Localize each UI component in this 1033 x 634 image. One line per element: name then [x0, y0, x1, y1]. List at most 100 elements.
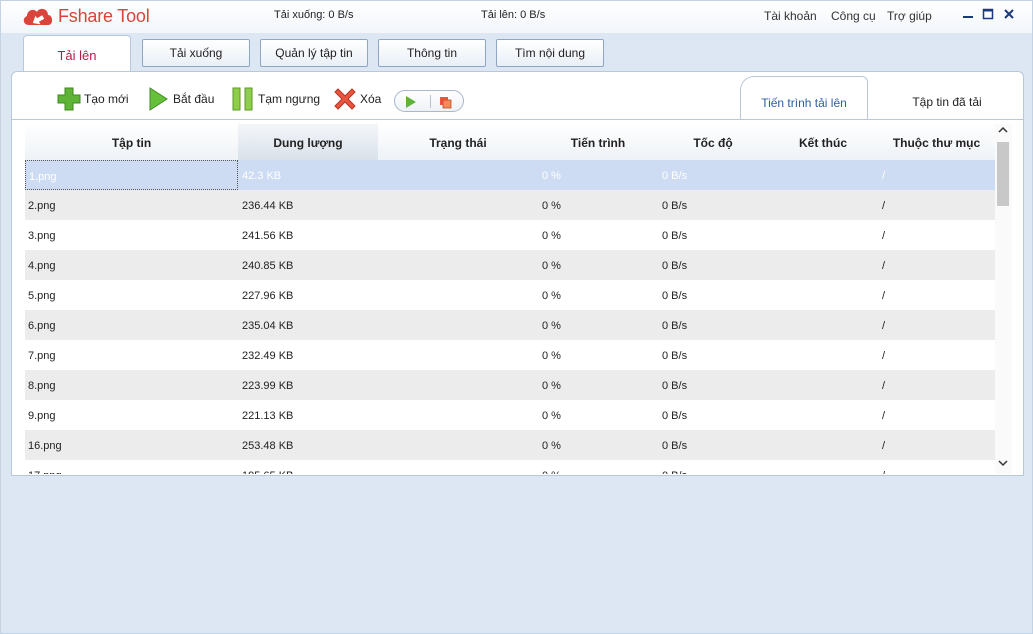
- progress-cell: 0 %: [542, 380, 561, 392]
- speed-cell: 0 B/s: [662, 440, 688, 452]
- table-row[interactable]: 5.png 227.96 KB 0 % 0 B/s /: [25, 280, 995, 310]
- file-name-cell: 7.png: [28, 350, 56, 362]
- col-folder[interactable]: Thuộc thư mục: [878, 124, 995, 160]
- close-icon[interactable]: [1002, 7, 1016, 21]
- speed-cell: 0 B/s: [662, 260, 688, 272]
- speed-cell: 0 B/s: [662, 320, 688, 332]
- tab-info[interactable]: Thông tin: [378, 39, 486, 67]
- progress-cell: 0 %: [542, 260, 561, 272]
- file-size-cell: 240.85 KB: [242, 260, 294, 272]
- mini-stop-icon[interactable]: [439, 95, 453, 112]
- table-header: Tập tin Dung lượng Trạng thái Tiến trình…: [25, 124, 995, 160]
- col-file[interactable]: Tập tin: [25, 124, 238, 160]
- progress-cell: 0 %: [542, 460, 561, 474]
- col-speed[interactable]: Tốc độ: [658, 124, 768, 160]
- file-size-cell: 221.13 KB: [242, 410, 294, 422]
- cloud-upload-icon: [21, 5, 55, 27]
- table-row[interactable]: 3.png 241.56 KB 0 % 0 B/s /: [25, 220, 995, 250]
- table-row[interactable]: 4.png 240.85 KB 0 % 0 B/s /: [25, 250, 995, 280]
- speed-cell: 0 B/s: [662, 410, 688, 422]
- file-size-cell: 253.48 KB: [242, 440, 294, 452]
- start-button[interactable]: Bắt đầu: [145, 86, 214, 112]
- file-name-cell: 4.png: [28, 260, 56, 272]
- progress-cell: 0 %: [542, 170, 561, 182]
- table-row[interactable]: 2.png 236.44 KB 0 % 0 B/s /: [25, 190, 995, 220]
- folder-cell: /: [882, 290, 886, 302]
- tab-upload[interactable]: Tải lên: [23, 35, 131, 73]
- folder-cell: /: [882, 230, 886, 242]
- progress-cell: 0 %: [542, 230, 561, 242]
- table-row[interactable]: 1.png 42.3 KB 0 % 0 B/s /: [25, 160, 995, 190]
- file-name-cell: 17.png: [25, 460, 238, 474]
- speed-cell: 0 B/s: [662, 460, 687, 474]
- mini-control-group: [394, 90, 464, 112]
- file-name-cell: 16.png: [28, 440, 62, 452]
- folder-cell: /: [882, 260, 886, 272]
- progress-cell: 0 %: [542, 410, 561, 422]
- progress-cell: 0 %: [542, 200, 561, 212]
- main-tabs: Tải lên Tải xuống Quản lý tập tin Thông …: [9, 33, 1024, 73]
- toolbar: Tạo mới Bắt đầu Tạm ngưng Xóa Tiến trình…: [12, 72, 1023, 120]
- upload-panel: Tạo mới Bắt đầu Tạm ngưng Xóa Tiến trình…: [11, 71, 1024, 476]
- folder-cell: /: [882, 320, 886, 332]
- table-row[interactable]: 16.png 253.48 KB 0 % 0 B/s /: [25, 430, 995, 460]
- file-name-cell: 9.png: [28, 410, 56, 422]
- pause-button[interactable]: Tạm ngưng: [230, 86, 320, 112]
- upload-speed: Tải lên: 0 B/s: [481, 9, 546, 21]
- tab-search-content[interactable]: Tìm nội dung: [496, 39, 604, 67]
- menu-tools[interactable]: Công cụ: [831, 9, 876, 23]
- col-size[interactable]: Dung lượng: [238, 124, 378, 160]
- folder-cell: /: [882, 440, 886, 452]
- maximize-icon[interactable]: [981, 7, 995, 21]
- table-row[interactable]: 7.png 232.49 KB 0 % 0 B/s /: [25, 340, 995, 370]
- app-window: Fshare Tool Tải xuống: 0 B/s Tải lên: 0 …: [0, 0, 1033, 634]
- table-row[interactable]: 8.png 223.99 KB 0 % 0 B/s /: [25, 370, 995, 400]
- tab-file-manager[interactable]: Quản lý tập tin: [260, 39, 368, 67]
- title-bar: Fshare Tool Tải xuống: 0 B/s Tải lên: 0 …: [1, 1, 1032, 33]
- pause-button-label: Tạm ngưng: [258, 92, 321, 106]
- file-name-cell: 8.png: [28, 380, 56, 392]
- chevron-up-icon[interactable]: [998, 126, 1008, 137]
- menu-help[interactable]: Trợ giúp: [887, 9, 932, 23]
- delete-button-label: Xóa: [360, 92, 382, 106]
- subtab-uploaded-files[interactable]: Tập tin đã tải: [892, 76, 1002, 120]
- file-size-cell: 232.49 KB: [242, 350, 294, 362]
- file-size-cell: 223.99 KB: [242, 380, 294, 392]
- col-status[interactable]: Trạng thái: [378, 124, 538, 160]
- folder-cell: /: [882, 410, 886, 422]
- tab-download[interactable]: Tải xuống: [142, 39, 250, 67]
- folder-cell: /: [882, 200, 886, 212]
- mini-play-icon[interactable]: [404, 95, 418, 112]
- progress-cell: 0 %: [542, 350, 561, 362]
- divider: [430, 95, 431, 108]
- file-name-cell: 2.png: [28, 200, 56, 212]
- folder-cell: /: [882, 460, 885, 474]
- folder-cell: /: [882, 380, 886, 392]
- subtab-upload-progress[interactable]: Tiến trình tải lên: [740, 76, 868, 120]
- minimize-icon[interactable]: [961, 7, 975, 21]
- speed-cell: 0 B/s: [662, 230, 688, 242]
- table-row[interactable]: 6.png 235.04 KB 0 % 0 B/s /: [25, 310, 995, 340]
- file-size-cell: 227.96 KB: [242, 290, 294, 302]
- new-button[interactable]: Tạo mới: [56, 86, 129, 112]
- download-speed: Tải xuống: 0 B/s: [274, 9, 354, 21]
- folder-cell: /: [882, 170, 886, 182]
- delete-x-icon: [332, 86, 358, 112]
- progress-cell: 0 %: [542, 320, 561, 332]
- col-progress[interactable]: Tiến trình: [538, 124, 658, 160]
- upload-table: Tập tin Dung lượng Trạng thái Tiến trình…: [25, 124, 995, 474]
- table-row[interactable]: 17.png 195.65 KB 0 % 0 B/s /: [25, 460, 995, 474]
- chevron-down-icon[interactable]: [998, 459, 1008, 470]
- folder-cell: /: [882, 350, 886, 362]
- start-button-label: Bắt đầu: [173, 92, 215, 106]
- speed-cell: 0 B/s: [662, 290, 688, 302]
- pause-icon: [230, 86, 256, 112]
- scrollbar-thumb[interactable]: [997, 142, 1009, 206]
- menu-account[interactable]: Tài khoản: [764, 9, 817, 23]
- col-end[interactable]: Kết thúc: [768, 124, 878, 160]
- file-size-cell: 42.3 KB: [242, 170, 282, 182]
- progress-cell: 0 %: [542, 290, 561, 302]
- table-row[interactable]: 9.png 221.13 KB 0 % 0 B/s /: [25, 400, 995, 430]
- delete-button[interactable]: Xóa: [332, 86, 381, 112]
- vertical-scrollbar[interactable]: [995, 124, 1012, 474]
